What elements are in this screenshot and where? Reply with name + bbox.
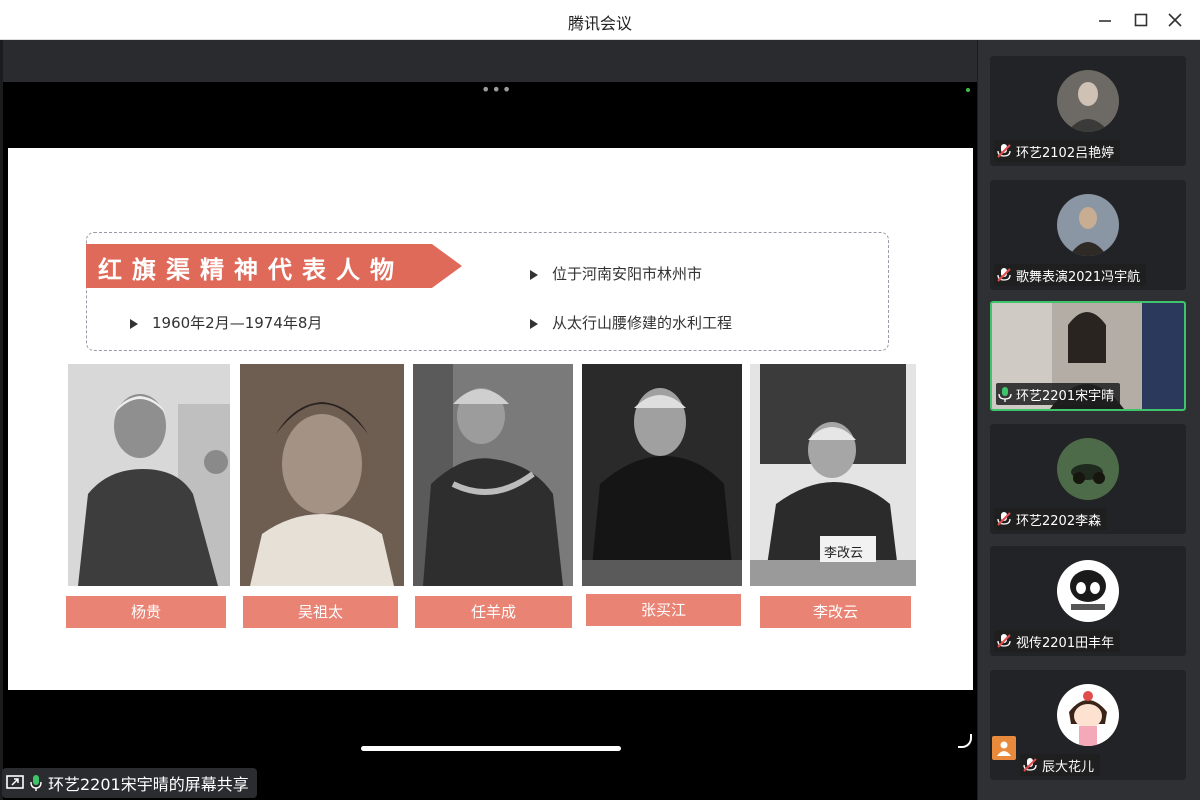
portrait-ligaiyun: 李改云 [750,364,916,586]
more-options-icon[interactable]: ••• [481,82,512,98]
slide-title: 红旗渠精神代表人物 [98,256,404,284]
maximize-icon[interactable] [1126,8,1156,32]
mic-muted-icon [1022,757,1038,773]
bullet-arrow-icon [130,318,138,329]
namebar-renyangcheng: 任羊成 [415,596,572,628]
bullet-arrow-icon [530,269,538,280]
avatar [1057,70,1119,132]
participant-label: 辰大花儿 [1020,754,1101,776]
participant-tile[interactable]: 视传2201田丰年 [990,546,1186,656]
namebar-ligaiyun: 李改云 [760,596,911,628]
participant-tile[interactable]: 环艺2102吕艳婷 [990,56,1186,166]
namebar-wuzutai: 吴祖太 [243,596,398,628]
slide-title-ribbon: 红旗渠精神代表人物 [86,244,462,288]
namebar-yanggui: 杨贵 [66,596,226,628]
signal-indicator-icon [966,88,970,92]
minimize-icon[interactable] [1090,8,1120,32]
screen-share-area: ••• 红旗渠精神代表人物 位于河南安阳市林州市 1960年2月—1974年8月… [3,40,977,800]
title-bar: 腾讯会议 [0,0,1200,40]
mic-muted-icon [996,511,1012,527]
participant-tile[interactable]: 歌舞表演2021冯宇航 [990,180,1186,290]
screen-share-label: 环艺2201宋宇晴的屏幕共享 [2,768,257,798]
participant-tile-active-speaker[interactable]: 环艺2201宋宇晴 [990,301,1186,411]
participant-label: 环艺2202李森 [994,508,1108,530]
participant-label: 环艺2201宋宇晴 [996,383,1121,405]
presentation-slide: 红旗渠精神代表人物 位于河南安阳市林州市 1960年2月—1974年8月 从太行… [8,148,973,690]
bullet-description: 从太行山腰修建的水利工程 [530,312,732,333]
avatar [1057,684,1119,746]
avatar [1057,438,1119,500]
participant-label: 视传2201田丰年 [994,630,1121,652]
share-toolbar-strip [3,40,977,82]
screen-share-owner: 环艺2201宋宇晴的屏幕共享 [48,775,249,794]
bullet-dates: 1960年2月—1974年8月 [130,312,322,333]
window-title: 腾讯会议 [567,14,632,33]
participant-tile[interactable]: 环艺2202李森 [990,424,1186,534]
participant-label: 歌舞表演2021冯宇航 [994,264,1147,286]
bullet-arrow-icon [530,318,538,329]
portrait-wuzutai [240,364,404,586]
mic-active-icon [998,386,1012,402]
participant-label: 环艺2102吕艳婷 [994,140,1121,162]
participant-tile[interactable]: 辰大花儿 [990,670,1186,780]
portrait-renyangcheng [413,364,573,586]
avatar [1057,194,1119,256]
mic-active-icon [30,774,42,792]
mic-muted-icon [996,267,1012,283]
screen-share-icon [6,775,24,791]
nameplate-caption: 李改云 [824,546,864,561]
bullet-location: 位于河南安阳市林州市 [530,263,702,284]
namebar-zhangmaijiang: 张买江 [586,594,741,626]
portrait-yanggui [68,364,230,586]
mic-muted-icon [996,143,1012,159]
horizontal-scrollbar[interactable] [361,746,621,751]
participant-sidebar: 环艺2102吕艳婷 歌舞表演2021冯宇航 环艺2201宋宇晴 环艺2202李森… [978,40,1200,800]
portrait-zhangmaijiang [582,364,742,586]
avatar [1057,560,1119,622]
mic-muted-icon [996,633,1012,649]
close-icon[interactable] [1160,8,1190,32]
user-placeholder-icon [992,736,1016,760]
